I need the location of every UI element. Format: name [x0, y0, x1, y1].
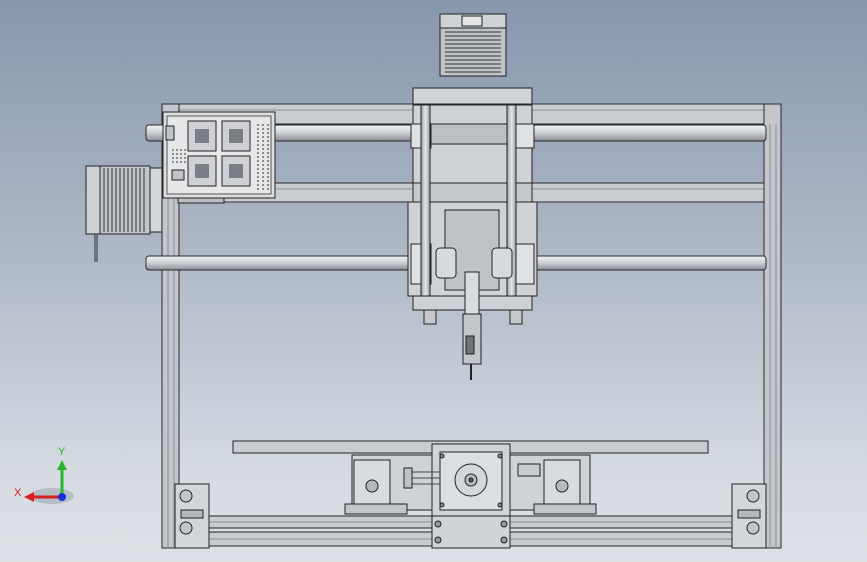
carriage-assembly [407, 104, 538, 380]
controller-board [162, 111, 276, 204]
cad-viewport[interactable]: Y X [0, 0, 867, 562]
x-axis-stepper-motor [85, 165, 163, 262]
y-axis-label: Y [58, 446, 66, 458]
z-axis-stepper-motor [412, 13, 533, 106]
z-axis-dot [58, 493, 66, 501]
right-corner-bracket [731, 483, 767, 549]
bottom-extrusion-rails [199, 515, 743, 549]
left-corner-bracket [174, 483, 210, 549]
x-axis-label: X [14, 487, 22, 499]
coordinate-triad: Y X [14, 446, 74, 504]
